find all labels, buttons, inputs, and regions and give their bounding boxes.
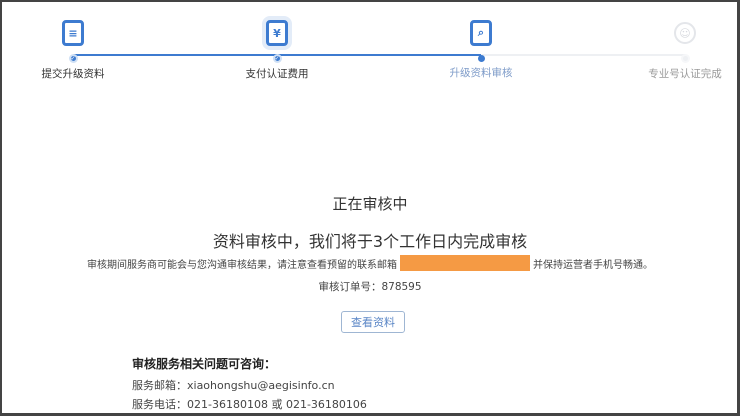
document-icon: ≡ xyxy=(62,20,84,46)
yen-icon: ¥ xyxy=(266,20,288,46)
pending-dot-icon xyxy=(680,54,690,63)
order-value: 878595 xyxy=(381,281,422,293)
order-number: 审核订单号：878595 xyxy=(0,279,740,294)
status-title: 正在审核中 xyxy=(332,195,408,213)
step-review: ⌕ 升级资料审核 xyxy=(421,20,541,80)
smile-icon: ☺ xyxy=(674,22,696,44)
phone-label: 服务电话： xyxy=(132,398,187,411)
current-dot-icon xyxy=(477,55,485,62)
phone-value: 021-36180108 或 021-36180106 xyxy=(187,398,367,411)
order-label: 审核订单号： xyxy=(318,281,382,293)
review-subtitle: 资料审核中，我们将于3个工作日内完成审核 xyxy=(212,232,528,251)
review-notice: 审核期间服务商可能会与您沟通审核结果，请注意查看预留的联系邮箱 并保持运营者手机… xyxy=(0,255,740,271)
step-label: 专业号认证完成 xyxy=(648,68,722,80)
step-submit: ≡ ✓ 提交升级资料 xyxy=(13,20,133,81)
contact-phone: 服务电话：021-36180108 或 021-36180106 xyxy=(132,396,367,412)
check-icon: ✓ xyxy=(272,54,282,63)
redacted-email xyxy=(400,255,530,271)
check-icon: ✓ xyxy=(68,54,78,63)
contact-email: 服务邮箱：xiaohongshu@aegisinfo.cn xyxy=(132,377,335,393)
step-label: 提交升级资料 xyxy=(41,68,105,80)
contact-heading: 审核服务相关问题可咨询： xyxy=(132,357,277,371)
document-search-icon: ⌕ xyxy=(470,20,492,46)
step-complete: ☺ 专业号认证完成 xyxy=(625,20,740,81)
email-value[interactable]: xiaohongshu@aegisinfo.cn xyxy=(187,379,335,392)
notice-text: 并保持运营者手机号畅通。 xyxy=(533,259,653,271)
view-materials-button[interactable]: 查看资料 xyxy=(341,311,405,333)
step-label: 支付认证费用 xyxy=(245,68,309,80)
notice-text: 审核期间服务商可能会与您沟通审核结果，请注意查看预留的联系邮箱 xyxy=(87,259,397,271)
step-payment: ¥ ✓ 支付认证费用 xyxy=(217,20,337,81)
step-label: 升级资料审核 xyxy=(449,67,513,79)
email-label: 服务邮箱： xyxy=(132,379,187,392)
